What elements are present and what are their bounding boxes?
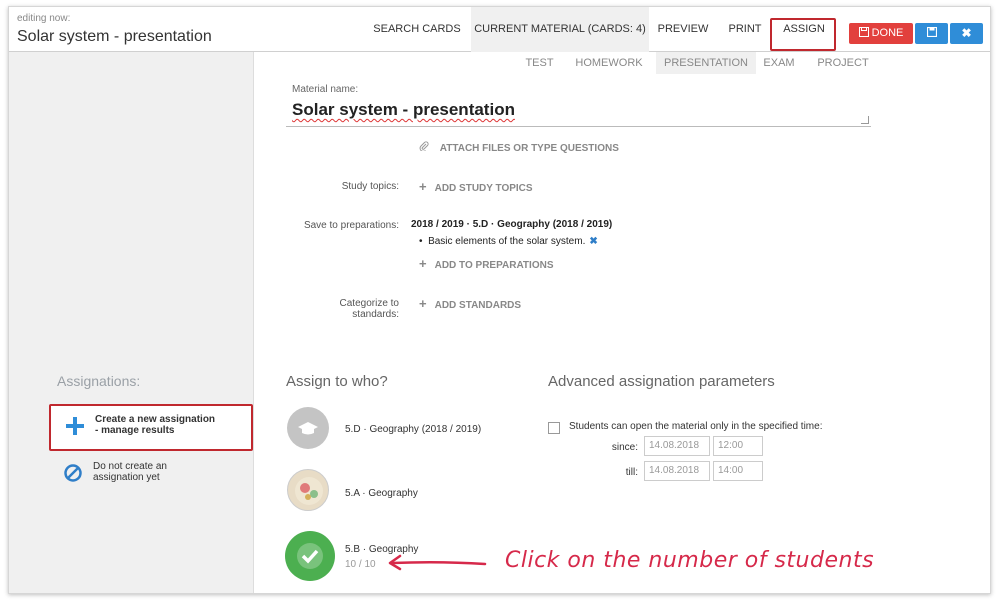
graduation-cap-icon <box>298 422 318 435</box>
time-restriction-label: Students can open the material only in t… <box>569 421 823 432</box>
till-label: till: <box>625 467 638 478</box>
preparations-label: Save to preparations: <box>303 220 399 231</box>
plus-icon: + <box>419 296 427 311</box>
time-restriction-checkbox[interactable] <box>548 422 560 434</box>
add-to-preparations-link[interactable]: + ADD TO PREPARATIONS <box>419 256 554 271</box>
tab-project[interactable]: PROJECT <box>813 52 873 74</box>
tab-exam[interactable]: EXAM <box>759 52 799 74</box>
annotation-text: Click on the number of students <box>505 548 875 573</box>
document-title: Solar system - presentation <box>17 28 212 45</box>
preparation-title: 2018 / 2019 · 5.D · Geography (2018 / 20… <box>411 219 613 230</box>
remove-icon[interactable]: ✖ <box>589 236 597 247</box>
since-label: since: <box>611 442 638 453</box>
since-date-input[interactable]: 14.08.2018 <box>644 436 710 456</box>
prohibit-icon <box>64 464 82 482</box>
resize-grip[interactable] <box>861 116 869 124</box>
checkmark-icon <box>297 543 323 569</box>
plus-icon: + <box>419 179 427 194</box>
done-button[interactable]: DONE <box>849 23 913 44</box>
attach-files-link[interactable]: ATTACH FILES OR TYPE QUESTIONS <box>419 141 619 154</box>
assignations-heading: Assignations: <box>57 373 141 389</box>
create-assignation-label: Create a new assignation - manage result… <box>95 414 216 436</box>
class-avatar-5b[interactable] <box>285 531 335 581</box>
class-avatar-5d[interactable] <box>287 407 329 449</box>
create-assignation-option[interactable]: Create a new assignation - manage result… <box>49 404 253 451</box>
study-topics-label: Study topics: <box>341 181 399 192</box>
class-name-5d[interactable]: 5.D · Geography (2018 / 2019) <box>345 424 481 435</box>
tab-homework[interactable]: HOMEWORK <box>575 52 643 74</box>
student-count-link[interactable]: 10 / 10 <box>345 559 376 570</box>
nav-search-cards[interactable]: SEARCH CARDS <box>372 7 462 52</box>
plus-icon: + <box>419 256 427 271</box>
add-study-topics-link[interactable]: + ADD STUDY TOPICS <box>419 179 533 194</box>
plus-icon <box>66 417 84 435</box>
main-panel: TEST HOMEWORK PRESENTATION EXAM PROJECT … <box>255 52 990 593</box>
class-picture-icon <box>295 477 323 505</box>
assign-highlight <box>770 18 836 51</box>
nav-print[interactable]: PRINT <box>721 7 769 52</box>
nav-preview[interactable]: PREVIEW <box>653 7 713 52</box>
no-assignation-label: Do not create an assignation yet <box>93 461 167 483</box>
paperclip-icon <box>419 141 432 154</box>
save-button[interactable] <box>915 23 948 44</box>
till-time-input[interactable]: 14:00 <box>713 461 763 481</box>
top-bar: editing now: Solar system - presentation… <box>9 7 990 52</box>
material-name-input[interactable]: Solar system - presentation <box>286 97 871 127</box>
material-name-label: Material name: <box>292 84 359 95</box>
save-icon <box>858 27 869 37</box>
till-date-input[interactable]: 14.08.2018 <box>644 461 710 481</box>
no-assignation-option[interactable]: Do not create an assignation yet <box>49 457 253 504</box>
editing-label: editing now: <box>17 13 71 24</box>
save-icon <box>926 26 937 38</box>
preparation-item: • Basic elements of the solar system. ✖ <box>419 236 598 247</box>
sidebar: Assignations: Create a new assignation -… <box>9 52 254 593</box>
assign-to-heading: Assign to who? <box>286 373 388 390</box>
annotation-arrow-icon <box>388 554 487 571</box>
tab-test[interactable]: TEST <box>517 52 562 74</box>
class-name-5a[interactable]: 5.A · Geography <box>345 488 418 499</box>
done-label: DONE <box>871 27 904 39</box>
tab-presentation[interactable]: PRESENTATION <box>656 52 756 74</box>
app-window: editing now: Solar system - presentation… <box>8 6 991 594</box>
add-standards-link[interactable]: + ADD STANDARDS <box>419 296 521 311</box>
advanced-heading: Advanced assignation parameters <box>548 373 775 390</box>
class-avatar-5a[interactable] <box>287 469 329 511</box>
close-button[interactable]: ✖ <box>950 23 983 44</box>
nav-current-material[interactable]: CURRENT MATERIAL (CARDS: 4) <box>471 7 649 52</box>
since-time-input[interactable]: 12:00 <box>713 436 763 456</box>
standards-label: Categorize to standards: <box>339 298 399 320</box>
